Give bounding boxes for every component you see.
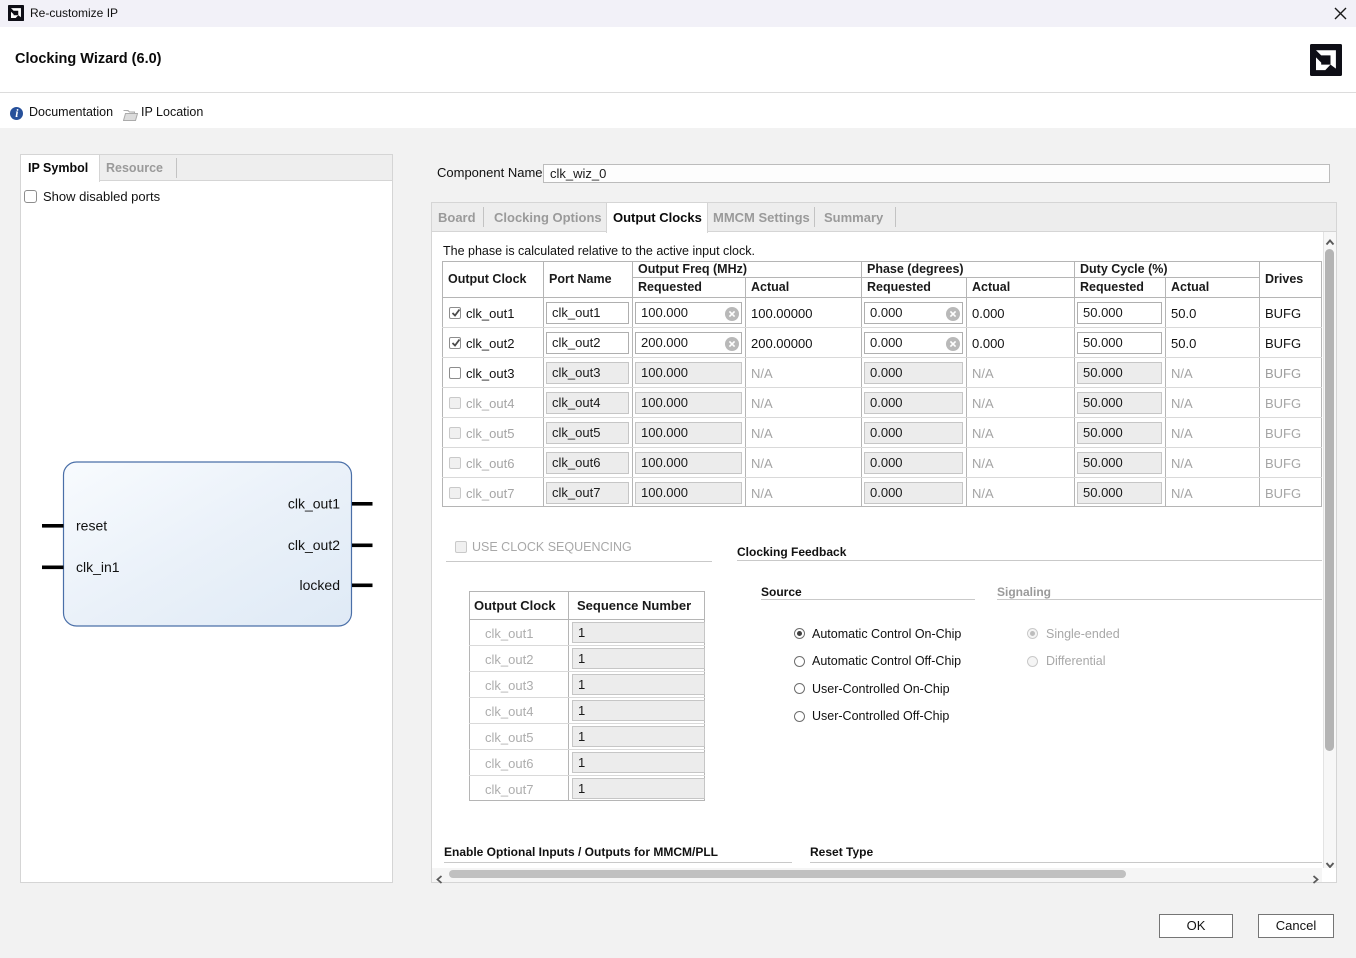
svg-text:clk_out1: clk_out1 [288, 496, 340, 512]
svg-text:clk_in1: clk_in1 [76, 559, 120, 575]
svg-text:locked: locked [300, 577, 340, 593]
svg-text:reset: reset [76, 518, 107, 534]
svg-text:clk_out2: clk_out2 [288, 537, 340, 553]
